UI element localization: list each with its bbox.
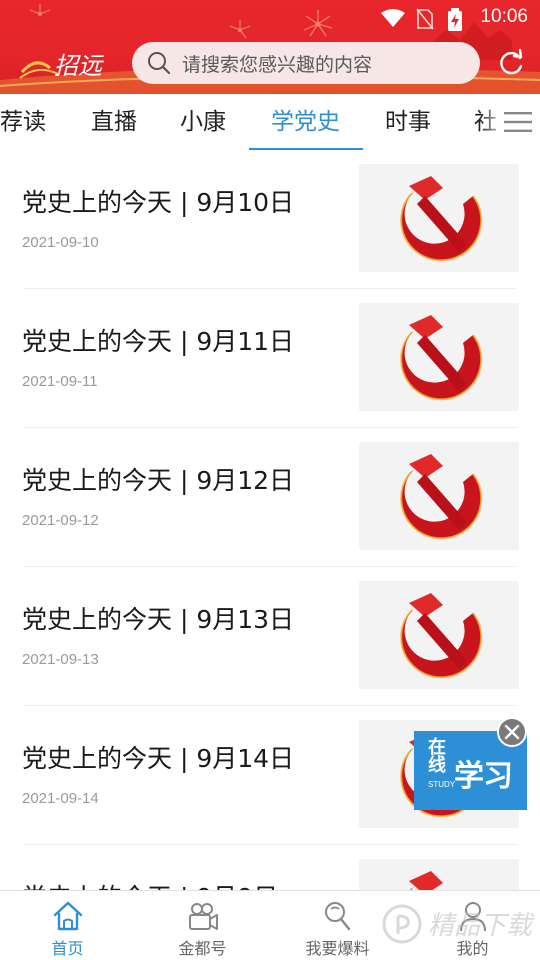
article-item[interactable]: 党史上的今天 | 9月10日 2021-09-10 [0,150,540,289]
float-ad-line1: 在线 [428,737,446,776]
party-emblem-icon [400,454,483,540]
nav-label: 金都号 [178,939,227,958]
search-placeholder: 请搜索您感兴趣的内容 [182,53,373,76]
article-date: 2021-09-14 [22,790,99,807]
article-item[interactable]: 党史上的今天 | 9月12日 2021-09-12 [0,428,540,567]
float-close-button[interactable] [497,717,527,747]
article-thumbnail [359,581,519,689]
article-thumbnail [359,303,519,411]
status-bar: 10:06 [0,0,540,36]
article-date: 2021-09-13 [22,651,99,668]
party-emblem-icon [400,593,483,679]
article-thumbnail [359,442,519,550]
battery-charging-icon [448,8,462,31]
article-title: 党史上的今天 | 9月13日 [22,605,295,634]
float-ad-line2: 学习 [454,759,513,794]
article-item[interactable]: 党史上的今天 | 9月9日 [0,845,540,890]
party-emblem-icon [409,871,443,890]
tab-current-affairs[interactable]: 时事 [385,94,431,150]
report-icon [324,902,350,931]
no-sim-icon [416,8,434,30]
article-title: 党史上的今天 | 9月12日 [22,466,295,495]
party-emblem-icon [400,315,483,401]
float-ad-sub: STUDY [428,780,456,789]
logo-text: 招远 [54,52,104,80]
article-date: 2021-09-11 [22,373,98,390]
article-title: 党史上的今天 | 9月10日 [22,188,295,217]
watermark-logo: 精品下载 [382,904,535,944]
tab-recommended[interactable]: 荐读 [0,94,46,150]
app-logo: 招远 [19,52,104,80]
article-title: 党史上的今天 | 9月11日 [22,327,295,356]
video-camera-icon [188,903,218,930]
article-date: 2021-09-10 [22,234,99,251]
nav-label: 首页 [51,939,84,958]
article-thumbnail [359,859,519,890]
wifi-icon [381,9,405,27]
article-thumbnail [359,164,519,272]
article-title: 党史上的今天 | 9月9日 [22,878,278,890]
channel-menu-icon[interactable] [504,110,532,134]
article-item[interactable]: 党史上的今天 | 9月11日 2021-09-11 [0,289,540,428]
search-bar[interactable]: 请搜索您感兴趣的内容 [132,42,480,84]
article-item[interactable]: 党史上的今天 | 9月13日 2021-09-13 [0,567,540,706]
svg-text:精品下载: 精品下载 [428,911,535,941]
nav-jindu[interactable]: 金都号 [135,891,270,960]
search-icon [148,52,171,75]
tab-party-history[interactable]: 学党史 [271,94,340,150]
tab-xiaokang[interactable]: 小康 [180,94,226,150]
close-icon [504,724,520,740]
status-time: 10:06 [480,6,528,27]
article-date: 2021-09-12 [22,512,99,529]
party-emblem-icon [400,176,483,262]
nav-home[interactable]: 首页 [0,891,135,960]
channel-tabs: 荐读 直播 小康 学党史 时事 社 [0,94,540,150]
article-title: 党史上的今天 | 9月14日 [22,744,295,773]
refresh-icon[interactable] [496,48,526,78]
tab-live[interactable]: 直播 [91,94,137,150]
home-icon [53,901,82,931]
